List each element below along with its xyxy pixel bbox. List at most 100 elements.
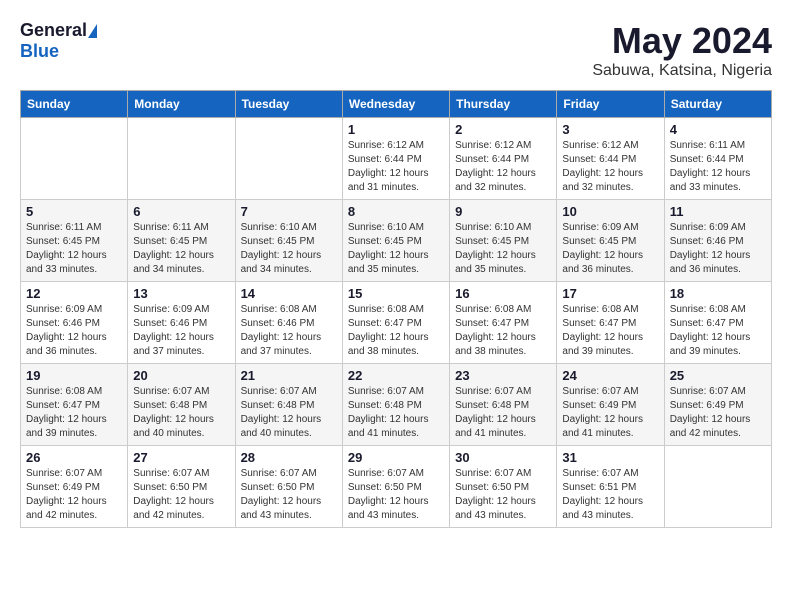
- day-number: 25: [670, 368, 766, 383]
- day-info: Sunrise: 6:07 AM Sunset: 6:48 PM Dayligh…: [133, 385, 229, 441]
- day-info: Sunrise: 6:10 AM Sunset: 6:45 PM Dayligh…: [348, 221, 444, 277]
- day-number: 14: [241, 286, 337, 301]
- day-number: 28: [241, 450, 337, 465]
- weekday-header-cell: Sunday: [21, 91, 128, 118]
- weekday-header-cell: Saturday: [664, 91, 771, 118]
- day-number: 24: [562, 368, 658, 383]
- day-number: 2: [455, 122, 551, 137]
- day-info: Sunrise: 6:12 AM Sunset: 6:44 PM Dayligh…: [348, 139, 444, 195]
- day-number: 10: [562, 204, 658, 219]
- day-info: Sunrise: 6:11 AM Sunset: 6:45 PM Dayligh…: [133, 221, 229, 277]
- day-number: 9: [455, 204, 551, 219]
- calendar-week-row: 26Sunrise: 6:07 AM Sunset: 6:49 PM Dayli…: [21, 446, 772, 528]
- calendar-day-cell: 27 Sunrise: 6:07 AM Sunset: 6:50 PM Dayli…: [128, 446, 235, 528]
- day-info: Sunrise: 6:07 AM Sunset: 6:49 PM Dayligh…: [26, 467, 122, 523]
- day-number: 8: [348, 204, 444, 219]
- day-number: 29: [348, 450, 444, 465]
- day-info: Sunrise: 6:08 AM Sunset: 6:47 PM Dayligh…: [670, 303, 766, 359]
- day-number: 3: [562, 122, 658, 137]
- weekday-header-cell: Friday: [557, 91, 664, 118]
- day-info: Sunrise: 6:07 AM Sunset: 6:50 PM Dayligh…: [241, 467, 337, 523]
- day-number: 15: [348, 286, 444, 301]
- calendar-day-cell: 12 Sunrise: 6:09 AM Sunset: 6:46 PM Dayli…: [21, 282, 128, 364]
- day-number: 1: [348, 122, 444, 137]
- day-number: 17: [562, 286, 658, 301]
- day-info: Sunrise: 6:12 AM Sunset: 6:44 PM Dayligh…: [455, 139, 551, 195]
- day-info: Sunrise: 6:09 AM Sunset: 6:46 PM Dayligh…: [133, 303, 229, 359]
- day-number: 13: [133, 286, 229, 301]
- calendar-day-cell: 10 Sunrise: 6:09 AM Sunset: 6:45 PM Dayli…: [557, 200, 664, 282]
- calendar-day-cell: 30Sunrise: 6:07 AM Sunset: 6:50 PM Dayli…: [450, 446, 557, 528]
- calendar-day-cell: 23Sunrise: 6:07 AM Sunset: 6:48 PM Dayli…: [450, 364, 557, 446]
- location-title: Sabuwa, Katsina, Nigeria: [592, 62, 772, 80]
- calendar-day-cell: 22 Sunrise: 6:07 AM Sunset: 6:48 PM Dayli…: [342, 364, 449, 446]
- day-number: 12: [26, 286, 122, 301]
- day-number: 5: [26, 204, 122, 219]
- day-info: Sunrise: 6:07 AM Sunset: 6:51 PM Dayligh…: [562, 467, 658, 523]
- weekday-header-cell: Wednesday: [342, 91, 449, 118]
- day-number: 22: [348, 368, 444, 383]
- logo-general-text: General: [20, 20, 87, 41]
- calendar-day-cell: [664, 446, 771, 528]
- calendar-day-cell: 15 Sunrise: 6:08 AM Sunset: 6:47 PM Dayli…: [342, 282, 449, 364]
- day-info: Sunrise: 6:09 AM Sunset: 6:46 PM Dayligh…: [26, 303, 122, 359]
- month-title: May 2024: [592, 20, 772, 62]
- logo-blue-text: Blue: [20, 41, 59, 61]
- calendar-day-cell: 9 Sunrise: 6:10 AM Sunset: 6:45 PM Daylig…: [450, 200, 557, 282]
- calendar-day-cell: 31 Sunrise: 6:07 AM Sunset: 6:51 PM Dayli…: [557, 446, 664, 528]
- weekday-header-row: SundayMondayTuesdayWednesdayThursdayFrid…: [21, 91, 772, 118]
- calendar-day-cell: 18Sunrise: 6:08 AM Sunset: 6:47 PM Dayli…: [664, 282, 771, 364]
- day-info: Sunrise: 6:08 AM Sunset: 6:47 PM Dayligh…: [455, 303, 551, 359]
- day-number: 4: [670, 122, 766, 137]
- day-info: Sunrise: 6:07 AM Sunset: 6:48 PM Dayligh…: [348, 385, 444, 441]
- day-info: Sunrise: 6:08 AM Sunset: 6:46 PM Dayligh…: [241, 303, 337, 359]
- day-number: 27: [133, 450, 229, 465]
- day-info: Sunrise: 6:08 AM Sunset: 6:47 PM Dayligh…: [348, 303, 444, 359]
- title-section: May 2024 Sabuwa, Katsina, Nigeria: [592, 20, 772, 80]
- weekday-header-cell: Tuesday: [235, 91, 342, 118]
- day-info: Sunrise: 6:10 AM Sunset: 6:45 PM Dayligh…: [241, 221, 337, 277]
- calendar-day-cell: 28 Sunrise: 6:07 AM Sunset: 6:50 PM Dayli…: [235, 446, 342, 528]
- day-number: 31: [562, 450, 658, 465]
- calendar-body: 1 Sunrise: 6:12 AM Sunset: 6:44 PM Daylig…: [21, 118, 772, 528]
- calendar-day-cell: 11 Sunrise: 6:09 AM Sunset: 6:46 PM Dayli…: [664, 200, 771, 282]
- logo-triangle-icon: [88, 24, 97, 38]
- calendar-day-cell: 25Sunrise: 6:07 AM Sunset: 6:49 PM Dayli…: [664, 364, 771, 446]
- calendar-day-cell: 6Sunrise: 6:11 AM Sunset: 6:45 PM Daylig…: [128, 200, 235, 282]
- day-info: Sunrise: 6:08 AM Sunset: 6:47 PM Dayligh…: [26, 385, 122, 441]
- day-number: 21: [241, 368, 337, 383]
- calendar-day-cell: 24 Sunrise: 6:07 AM Sunset: 6:49 PM Dayli…: [557, 364, 664, 446]
- calendar-day-cell: [128, 118, 235, 200]
- calendar-day-cell: 13 Sunrise: 6:09 AM Sunset: 6:46 PM Dayli…: [128, 282, 235, 364]
- calendar-day-cell: 7 Sunrise: 6:10 AM Sunset: 6:45 PM Daylig…: [235, 200, 342, 282]
- page-header: General Blue May 2024 Sabuwa, Katsina, N…: [20, 20, 772, 80]
- calendar-day-cell: 8 Sunrise: 6:10 AM Sunset: 6:45 PM Daylig…: [342, 200, 449, 282]
- calendar-day-cell: 21Sunrise: 6:07 AM Sunset: 6:48 PM Dayli…: [235, 364, 342, 446]
- day-info: Sunrise: 6:11 AM Sunset: 6:45 PM Dayligh…: [26, 221, 122, 277]
- weekday-header-cell: Monday: [128, 91, 235, 118]
- calendar-day-cell: 2 Sunrise: 6:12 AM Sunset: 6:44 PM Daylig…: [450, 118, 557, 200]
- calendar-day-cell: 20 Sunrise: 6:07 AM Sunset: 6:48 PM Dayli…: [128, 364, 235, 446]
- calendar-day-cell: 17 Sunrise: 6:08 AM Sunset: 6:47 PM Dayli…: [557, 282, 664, 364]
- day-info: Sunrise: 6:08 AM Sunset: 6:47 PM Dayligh…: [562, 303, 658, 359]
- day-number: 11: [670, 204, 766, 219]
- weekday-header-cell: Thursday: [450, 91, 557, 118]
- day-info: Sunrise: 6:07 AM Sunset: 6:50 PM Dayligh…: [348, 467, 444, 523]
- day-number: 30: [455, 450, 551, 465]
- day-info: Sunrise: 6:12 AM Sunset: 6:44 PM Dayligh…: [562, 139, 658, 195]
- day-info: Sunrise: 6:09 AM Sunset: 6:45 PM Dayligh…: [562, 221, 658, 277]
- day-info: Sunrise: 6:09 AM Sunset: 6:46 PM Dayligh…: [670, 221, 766, 277]
- calendar-week-row: 5 Sunrise: 6:11 AM Sunset: 6:45 PM Daylig…: [21, 200, 772, 282]
- calendar-week-row: 1 Sunrise: 6:12 AM Sunset: 6:44 PM Daylig…: [21, 118, 772, 200]
- day-number: 7: [241, 204, 337, 219]
- calendar-day-cell: 29 Sunrise: 6:07 AM Sunset: 6:50 PM Dayli…: [342, 446, 449, 528]
- calendar-week-row: 12 Sunrise: 6:09 AM Sunset: 6:46 PM Dayli…: [21, 282, 772, 364]
- day-info: Sunrise: 6:10 AM Sunset: 6:45 PM Dayligh…: [455, 221, 551, 277]
- day-number: 23: [455, 368, 551, 383]
- calendar-day-cell: 3 Sunrise: 6:12 AM Sunset: 6:44 PM Daylig…: [557, 118, 664, 200]
- day-info: Sunrise: 6:11 AM Sunset: 6:44 PM Dayligh…: [670, 139, 766, 195]
- day-info: Sunrise: 6:07 AM Sunset: 6:50 PM Dayligh…: [133, 467, 229, 523]
- calendar-day-cell: 19Sunrise: 6:08 AM Sunset: 6:47 PM Dayli…: [21, 364, 128, 446]
- day-info: Sunrise: 6:07 AM Sunset: 6:49 PM Dayligh…: [562, 385, 658, 441]
- day-number: 20: [133, 368, 229, 383]
